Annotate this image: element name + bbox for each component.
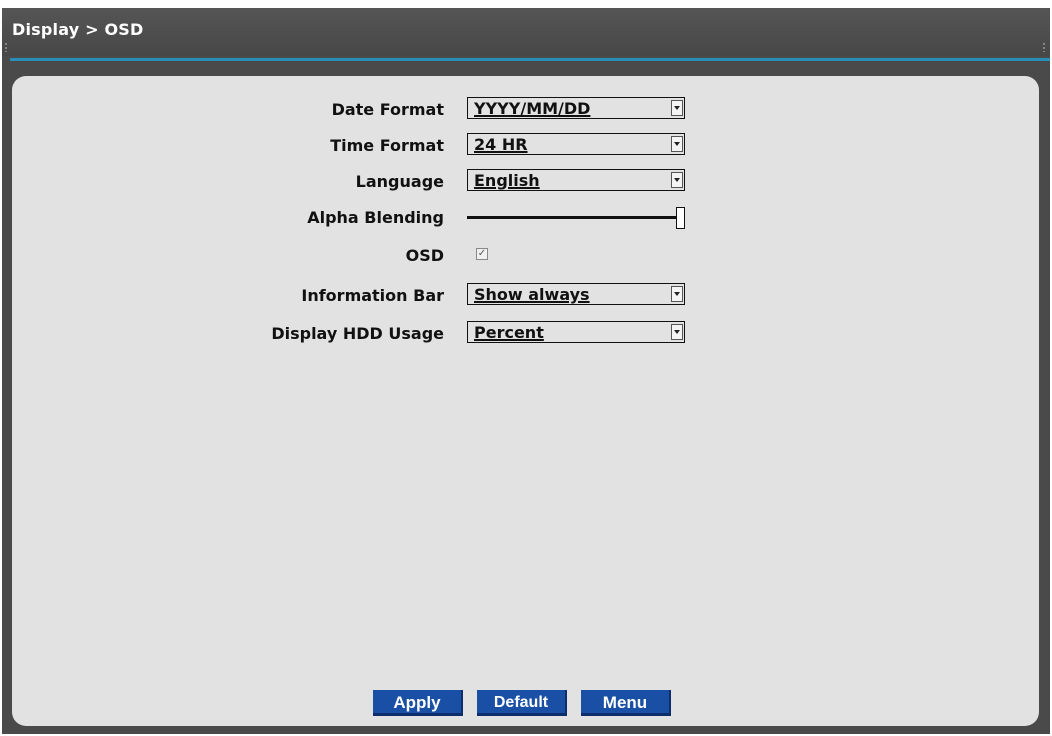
grip-left-icon xyxy=(4,42,8,52)
chevron-down-icon[interactable] xyxy=(671,100,683,116)
display-hdd-usage-row: Display HDD Usage Percent xyxy=(12,321,1039,347)
time-format-value: 24 HR xyxy=(474,135,528,154)
osd-label: OSD xyxy=(405,246,444,265)
time-format-row: Time Format 24 HR xyxy=(12,133,1039,159)
alpha-blending-slider-thumb[interactable] xyxy=(676,207,685,229)
chevron-down-icon[interactable] xyxy=(671,172,683,188)
title-bar: Display > OSD xyxy=(2,8,1050,56)
settings-panel: Date Format YYYY/MM/DD Time Format 24 HR… xyxy=(12,76,1039,726)
language-value: English xyxy=(474,171,540,190)
language-label: Language xyxy=(355,172,444,191)
display-hdd-usage-label: Display HDD Usage xyxy=(271,324,444,343)
chevron-down-icon[interactable] xyxy=(671,286,683,302)
language-select[interactable]: English xyxy=(467,169,685,191)
menu-button[interactable]: Menu xyxy=(581,690,671,716)
window-title: Display > OSD xyxy=(12,20,144,39)
information-bar-select[interactable]: Show always xyxy=(467,283,685,305)
osd-settings-window: Display > OSD Date Format YYYY/MM/DD Tim… xyxy=(2,8,1050,734)
time-format-label: Time Format xyxy=(330,136,444,155)
apply-button[interactable]: Apply xyxy=(373,690,463,716)
display-hdd-usage-value: Percent xyxy=(474,323,544,342)
time-format-select[interactable]: 24 HR xyxy=(467,133,685,155)
alpha-blending-slider-track[interactable] xyxy=(467,216,679,219)
grip-right-icon xyxy=(1042,42,1046,52)
information-bar-value: Show always xyxy=(474,285,590,304)
date-format-row: Date Format YYYY/MM/DD xyxy=(12,97,1039,123)
information-bar-row: Information Bar Show always xyxy=(12,283,1039,309)
alpha-blending-label: Alpha Blending xyxy=(307,208,444,227)
chevron-down-icon[interactable] xyxy=(671,324,683,340)
date-format-label: Date Format xyxy=(331,100,444,119)
display-hdd-usage-select[interactable]: Percent xyxy=(467,321,685,343)
alpha-blending-row: Alpha Blending xyxy=(12,205,1039,231)
date-format-value: YYYY/MM/DD xyxy=(474,99,591,118)
information-bar-label: Information Bar xyxy=(301,286,444,305)
default-button[interactable]: Default xyxy=(477,690,567,716)
chevron-down-icon[interactable] xyxy=(671,136,683,152)
language-row: Language English xyxy=(12,169,1039,195)
title-accent-line xyxy=(10,58,1050,61)
osd-checkbox[interactable]: ✓ xyxy=(476,248,488,260)
osd-row: OSD ✓ xyxy=(12,243,1039,269)
date-format-select[interactable]: YYYY/MM/DD xyxy=(467,97,685,119)
